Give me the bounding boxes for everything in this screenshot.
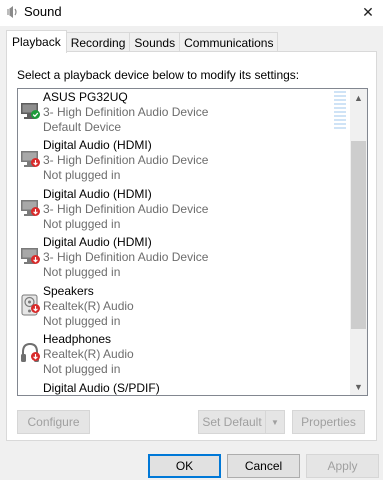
configure-button[interactable]: Configure <box>17 410 90 434</box>
scrollbar-thumb[interactable] <box>351 141 366 329</box>
device-description: Realtek(R) Audio <box>43 299 134 313</box>
unplugged-arrow-icon <box>31 158 40 167</box>
close-icon[interactable]: ✕ <box>353 0 383 24</box>
list-item-device[interactable]: Digital Audio (HDMI) 3- High Definition … <box>18 137 351 186</box>
device-list[interactable]: ASUS PG32UQ 3- High Definition Audio Dev… <box>17 88 368 396</box>
apply-button[interactable]: Apply <box>306 454 379 478</box>
list-item-device[interactable]: Speakers Realtek(R) Audio Not plugged in <box>18 283 351 332</box>
device-description: 3- High Definition Audio Device <box>43 153 209 167</box>
unplugged-arrow-icon <box>31 207 40 216</box>
volume-level-meter <box>334 91 346 131</box>
tab-communications[interactable]: Communications <box>179 32 279 52</box>
tab-sounds[interactable]: Sounds <box>129 32 181 52</box>
device-status: Not plugged in <box>43 168 121 182</box>
cancel-button[interactable]: Cancel <box>227 454 300 478</box>
device-name: ASUS PG32UQ <box>43 90 128 104</box>
playback-panel: Select a playback device below to modify… <box>6 51 377 441</box>
tab-playback[interactable]: Playback <box>6 30 67 53</box>
device-name: Digital Audio (S/PDIF) <box>43 381 160 395</box>
device-name: Digital Audio (HDMI) <box>43 235 152 249</box>
vertical-scrollbar[interactable]: ▲ ▼ <box>350 89 367 395</box>
default-check-icon <box>31 110 40 119</box>
unplugged-arrow-icon <box>31 304 40 313</box>
unplugged-arrow-icon <box>31 352 40 361</box>
device-description: 3- High Definition Audio Device <box>43 202 209 216</box>
window-title: Sound <box>24 4 62 19</box>
list-item-device[interactable]: Headphones Realtek(R) Audio Not plugged … <box>18 331 351 380</box>
dialog-body: Playback Recording Sounds Communications… <box>0 26 383 448</box>
device-name: Digital Audio (HDMI) <box>43 187 152 201</box>
set-default-dropdown-icon[interactable]: ▼ <box>265 410 285 434</box>
tab-recording[interactable]: Recording <box>65 32 131 52</box>
tab-strip: Playback Recording Sounds Communications <box>6 30 279 53</box>
set-default-button[interactable]: Set Default <box>198 410 266 434</box>
device-description: 3- High Definition Audio Device <box>43 105 209 119</box>
scroll-down-arrow-icon[interactable]: ▼ <box>350 378 367 395</box>
dialog-footer: OK Cancel Apply <box>0 448 383 480</box>
device-description: 3- High Definition Audio Device <box>43 250 209 264</box>
title-bar: Sound ✕ <box>0 0 383 26</box>
device-status: Default Device <box>43 120 122 134</box>
device-status: Not plugged in <box>43 362 121 376</box>
list-item-device[interactable]: Digital Audio (HDMI) 3- High Definition … <box>18 186 351 235</box>
list-item-device[interactable]: Digital Audio (HDMI) 3- High Definition … <box>18 234 351 283</box>
ok-button[interactable]: OK <box>148 454 221 478</box>
device-description: Realtek(R) Audio <box>43 347 134 361</box>
scroll-up-arrow-icon[interactable]: ▲ <box>350 89 367 106</box>
device-name: Speakers <box>43 284 94 298</box>
list-item-device[interactable]: ASUS PG32UQ 3- High Definition Audio Dev… <box>18 89 351 138</box>
speaker-app-icon <box>7 6 17 18</box>
properties-button[interactable]: Properties <box>292 410 365 434</box>
device-status: Not plugged in <box>43 314 121 328</box>
instruction-text: Select a playback device below to modify… <box>17 68 300 82</box>
device-status: Not plugged in <box>43 265 121 279</box>
unplugged-arrow-icon <box>31 255 40 264</box>
device-status: Not plugged in <box>43 217 121 231</box>
device-name: Headphones <box>43 332 112 346</box>
list-item-device[interactable]: Digital Audio (S/PDIF) <box>18 380 351 395</box>
device-name: Digital Audio (HDMI) <box>43 138 152 152</box>
